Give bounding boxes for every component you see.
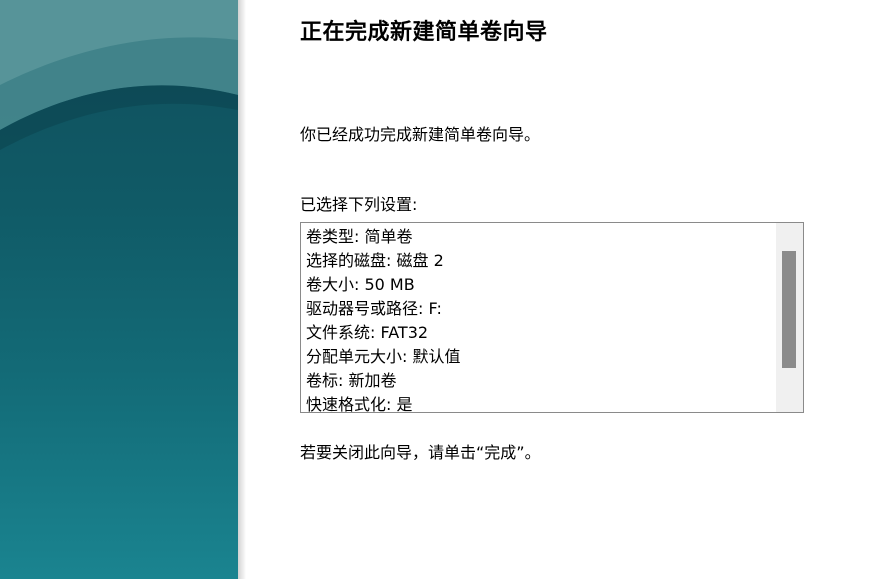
settings-list: 卷类型: 简单卷 选择的磁盘: 磁盘 2 卷大小: 50 MB 驱动器号或路径:… bbox=[306, 225, 776, 413]
settings-item: 选择的磁盘: 磁盘 2 bbox=[306, 251, 444, 270]
settings-item: 快速格式化: 是 bbox=[306, 395, 413, 413]
settings-item: 文件系统: FAT32 bbox=[306, 323, 429, 342]
scrollbar-thumb[interactable] bbox=[782, 251, 796, 368]
settings-label: 已选择下列设置: bbox=[300, 195, 418, 214]
close-instruction: 若要关闭此向导，请单击“完成”。 bbox=[300, 443, 541, 462]
settings-listbox[interactable]: 卷类型: 简单卷 选择的磁盘: 磁盘 2 卷大小: 50 MB 驱动器号或路径:… bbox=[300, 222, 804, 413]
banner-wave-graphic bbox=[0, 0, 238, 150]
wizard-page: 正在完成新建简单卷向导 你已经成功完成新建简单卷向导。 已选择下列设置: 卷类型… bbox=[0, 0, 870, 579]
settings-item: 驱动器号或路径: F: bbox=[306, 299, 442, 318]
settings-item: 分配单元大小: 默认值 bbox=[306, 347, 461, 366]
vertical-scrollbar[interactable] bbox=[776, 223, 803, 412]
completion-message: 你已经成功完成新建简单卷向导。 bbox=[300, 125, 541, 144]
settings-item: 卷类型: 简单卷 bbox=[306, 227, 413, 246]
wizard-side-banner bbox=[0, 0, 238, 579]
settings-item: 卷大小: 50 MB bbox=[306, 275, 415, 294]
banner-shadow bbox=[238, 0, 246, 579]
settings-item: 卷标: 新加卷 bbox=[306, 371, 397, 390]
page-title: 正在完成新建简单卷向导 bbox=[300, 20, 548, 45]
